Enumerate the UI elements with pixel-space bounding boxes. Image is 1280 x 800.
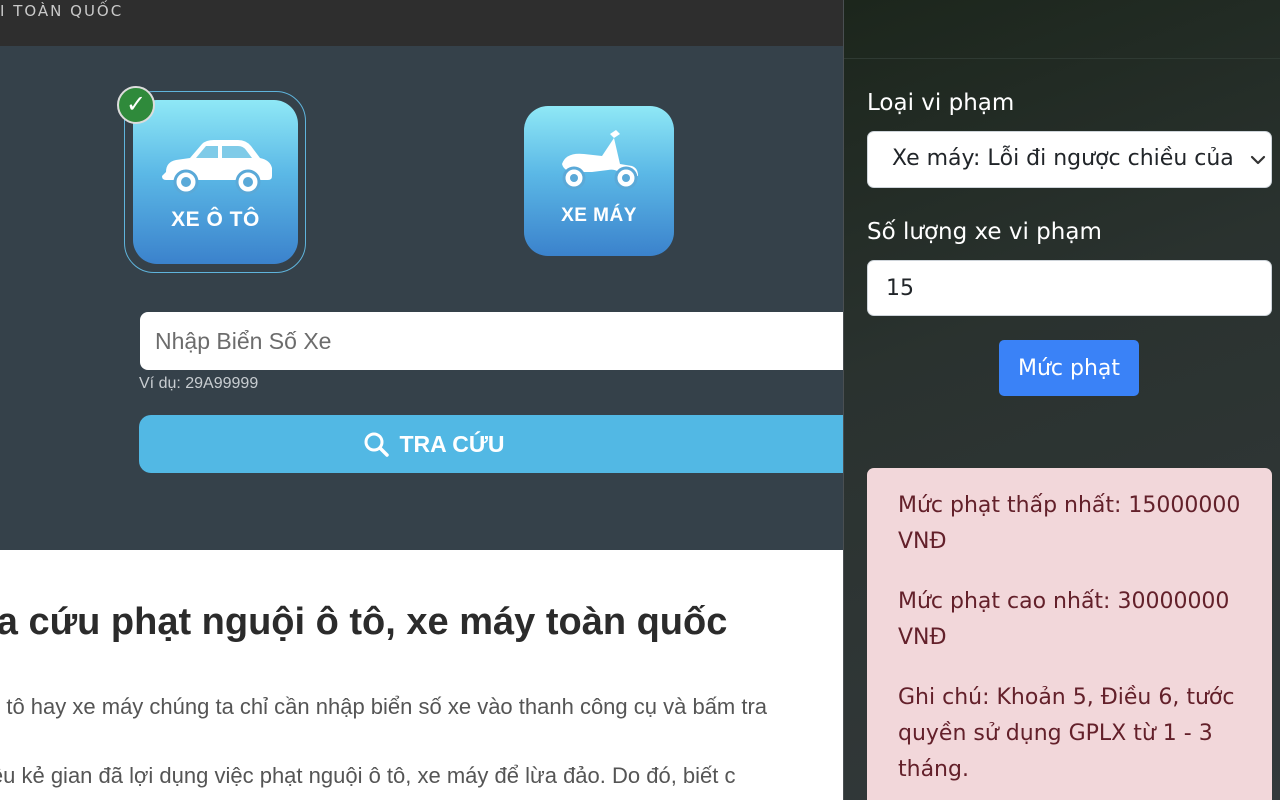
scooter-icon	[562, 130, 638, 190]
violation-type-label: Loại vi phạm	[867, 90, 1015, 116]
min-fine-text: Mức phạt thấp nhất: 15000000 VNĐ	[898, 493, 1241, 554]
fine-calculator-panel: Loại vi phạm Xe máy: Lỗi đi ngược chiều …	[843, 0, 1280, 800]
license-plate-input[interactable]	[140, 312, 843, 370]
search-icon	[363, 431, 390, 457]
max-fine-text: Mức phạt cao nhất: 30000000 VNĐ	[898, 589, 1230, 650]
chevron-down-icon	[1250, 155, 1266, 165]
plate-input-hint: Ví dụ: 29A99999	[139, 375, 259, 392]
panel-divider	[844, 58, 1280, 59]
fine-note-text: Ghi chú: Khoản 5, Điều 6, tước quyền sử …	[898, 685, 1235, 782]
site-header-title: I TOÀN QUỐC	[0, 2, 124, 20]
vehicle-option-motorbike-label: XE MÁY	[561, 205, 637, 226]
article-paragraph: iều kẻ gian đã lợi dụng việc phạt nguội …	[0, 763, 736, 788]
vehicle-count-label: Số lượng xe vi phạm	[867, 219, 1102, 245]
check-icon: ✓	[117, 86, 155, 124]
article-paragraph: ô tô hay xe máy chúng ta chỉ cần nhập bi…	[0, 694, 768, 719]
search-button[interactable]: TRA CỨU	[139, 415, 843, 473]
vehicle-count-input[interactable]	[867, 260, 1272, 316]
search-hero: ✓ XE Ô TÔ XE MÁY Ví dụ: 29A99999	[0, 46, 843, 550]
calculate-fine-button[interactable]: Mức phạt	[999, 340, 1139, 396]
article-title: ra cứu phạt nguội ô tô, xe máy toàn quốc	[0, 601, 728, 643]
vehicle-option-car[interactable]: XE Ô TÔ	[133, 100, 298, 264]
fine-result-alert: Mức phạt thấp nhất: 15000000 VNĐ Mức phạ…	[867, 468, 1272, 800]
violation-type-selected-value: Xe máy: Lỗi đi ngược chiều của	[892, 146, 1234, 171]
violation-type-select[interactable]: Xe máy: Lỗi đi ngược chiều của	[867, 131, 1272, 188]
vehicle-option-car-label: XE Ô TÔ	[171, 208, 260, 231]
car-icon	[162, 140, 272, 195]
search-button-label: TRA CỨU	[399, 430, 505, 457]
article: ra cứu phạt nguội ô tô, xe máy toàn quốc…	[0, 550, 843, 800]
vehicle-option-motorbike[interactable]: XE MÁY	[524, 106, 674, 256]
site-header: I TOÀN QUỐC	[0, 0, 843, 46]
